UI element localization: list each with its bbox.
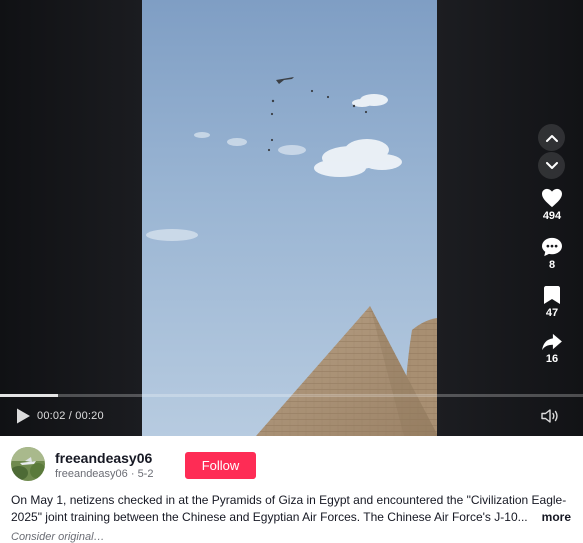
author-username[interactable]: freeandeasy06 <box>55 450 152 466</box>
time-display: 00:02 / 00:20 <box>37 410 104 422</box>
volume-icon <box>541 409 558 423</box>
video-player[interactable]: 494 8 47 16 00:02 / 00:20 <box>0 0 583 436</box>
comment-count: 8 <box>548 259 556 271</box>
video-info-panel: freeandeasy06 freeandeasy06 · 5-2 Follow… <box>0 436 583 543</box>
avatar[interactable] <box>11 447 45 481</box>
share-count: 16 <box>545 353 559 365</box>
post-date: 5-2 <box>137 468 154 480</box>
comment-button[interactable]: 8 <box>530 237 574 271</box>
chevron-down-icon <box>545 161 558 169</box>
source-note: Consider original… <box>11 531 105 543</box>
heart-icon <box>542 188 562 208</box>
separator: · <box>127 468 138 480</box>
follow-button[interactable]: Follow <box>185 452 256 479</box>
save-button[interactable]: 47 <box>530 285 574 319</box>
comment-icon <box>542 237 562 257</box>
volume-button[interactable] <box>541 408 561 424</box>
like-button[interactable]: 494 <box>530 188 574 222</box>
author-subline: freeandeasy06 · 5-2 <box>55 468 153 480</box>
previous-video-button[interactable] <box>538 124 565 151</box>
video-still <box>142 0 437 436</box>
author-handle: freeandeasy06 <box>55 468 128 480</box>
play-button[interactable] <box>14 407 32 425</box>
caption-line-1: On May 1, netizens checked in at the Pyr… <box>11 493 567 507</box>
bookmark-icon <box>544 286 560 304</box>
caption-line-2-row: 2025" joint training between the Chinese… <box>11 509 571 526</box>
avatar-image <box>11 447 45 481</box>
next-video-button[interactable] <box>538 152 565 179</box>
chevron-up-icon <box>545 134 558 142</box>
like-count: 494 <box>542 210 562 222</box>
save-count: 47 <box>545 307 559 319</box>
progress-fill <box>0 394 59 397</box>
more-button[interactable]: more <box>542 509 571 526</box>
video-caption: On May 1, netizens checked in at the Pyr… <box>11 492 571 526</box>
play-icon <box>17 408 30 424</box>
caption-line-2: 2025" joint training between the Chinese… <box>11 510 528 524</box>
share-button[interactable]: 16 <box>530 333 574 365</box>
share-icon <box>542 333 562 351</box>
video-frame[interactable] <box>142 0 437 436</box>
video-backdrop-left <box>0 0 142 436</box>
progress-bar[interactable] <box>0 394 583 397</box>
